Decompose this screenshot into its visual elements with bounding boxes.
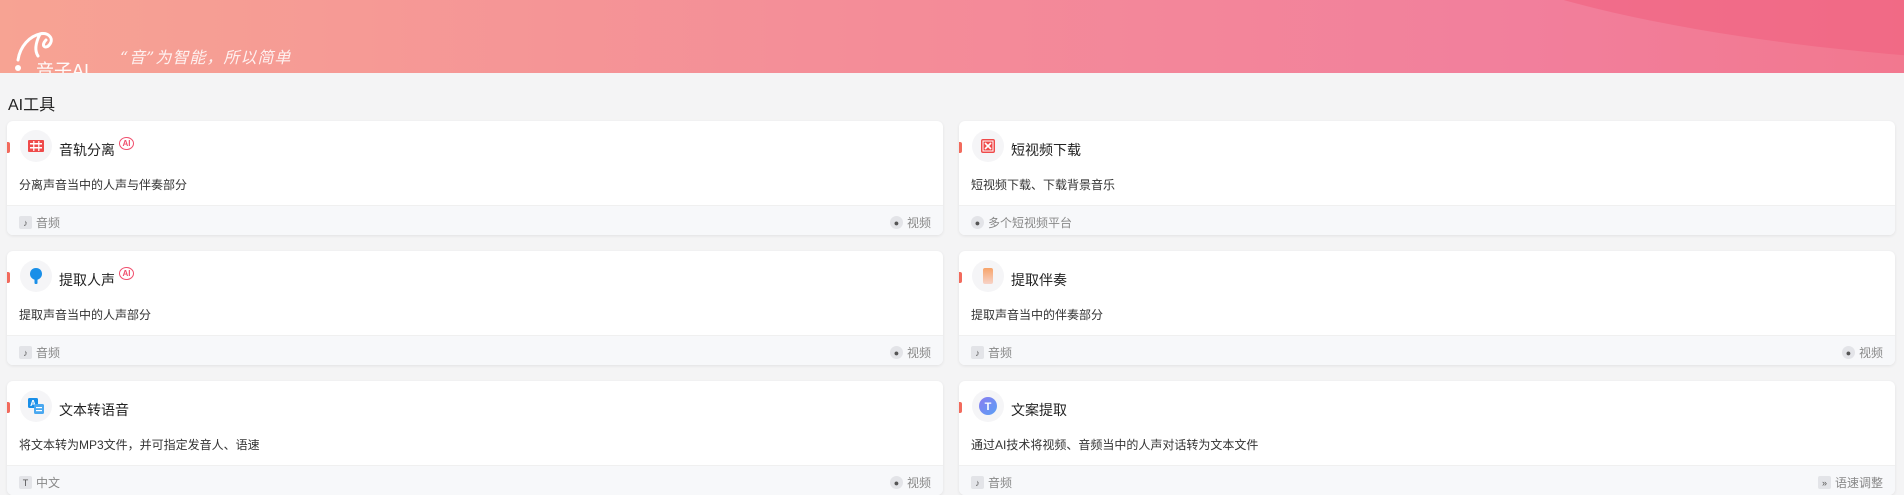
tag-video: ● 视频 (889, 474, 931, 491)
card-title-text: 短视频下载 (1011, 142, 1081, 158)
card-title-text: 提取伴奏 (1011, 272, 1067, 288)
tool-card-extract-accompaniment[interactable]: 提取伴奏 提取声音当中的伴奏部分 ♪ 音频 ● 视频 (959, 251, 1895, 365)
card-footer: ● 多个短视频平台 (959, 205, 1895, 235)
tag-label: 音频 (36, 216, 61, 230)
card-title: 文本转语音 (59, 400, 129, 420)
text-icon: T (19, 476, 32, 489)
card-description: 短视频下载、下载背景音乐 (971, 178, 1116, 192)
text-to-speech-icon: A (20, 390, 52, 422)
tag-audio: ♪ 音频 (971, 474, 1012, 491)
tool-card-short-video-download[interactable]: 短视频下载 短视频下载、下载背景音乐 ● 多个短视频平台 (959, 121, 1895, 235)
card-accent (7, 272, 10, 283)
header-banner: 音子AI “音”为智能，所以简单 (0, 0, 1904, 73)
copy-extraction-icon: T (972, 390, 1004, 422)
tag-label: 视频 (1858, 346, 1883, 360)
video-icon: ● (889, 476, 903, 489)
card-footer: ♪ 音频 ● 视频 (7, 205, 943, 235)
tag-label: 视频 (906, 346, 931, 360)
extract-vocals-icon (20, 260, 52, 292)
tag-label: 音频 (36, 346, 61, 360)
card-title-text: 文案提取 (1011, 402, 1067, 418)
tag-label: 多个短视频平台 (988, 216, 1073, 230)
card-title: 文案提取 (1011, 400, 1067, 420)
card-accent (7, 402, 10, 413)
card-footer: T 中文 ● 视频 (7, 465, 943, 495)
card-title: 提取伴奏 (1011, 270, 1067, 290)
tag-speed-adjust: » 语速调整 (1817, 474, 1883, 491)
tag-chinese: T 中文 (19, 474, 60, 491)
card-description: 分离声音当中的人声与伴奏部分 (19, 178, 188, 192)
tag-label: 语速调整 (1834, 476, 1883, 490)
card-title: 音轨分离 AI (59, 137, 134, 160)
ai-badge: AI (119, 137, 134, 150)
card-title: 提取人声 AI (59, 267, 134, 290)
section-title: AI工具 (8, 97, 56, 114)
platform-icon: ● (971, 216, 984, 229)
music-note-icon: ♪ (971, 476, 984, 489)
tag-label: 音频 (988, 476, 1013, 490)
tag-video: ● 视频 (1841, 344, 1883, 361)
tag-label: 视频 (906, 476, 931, 490)
card-footer: ♪ 音频 ● 视频 (959, 335, 1895, 365)
ai-badge: AI (119, 267, 134, 280)
card-description: 提取声音当中的伴奏部分 (971, 308, 1104, 322)
speed-icon: » (1817, 476, 1831, 489)
video-icon: ● (889, 216, 903, 229)
music-note-icon: ♪ (19, 216, 32, 229)
slogan: “音”为智能，所以简单 (120, 48, 292, 67)
card-title-text: 提取人声 (59, 272, 115, 288)
music-note-icon: ♪ (971, 346, 984, 359)
logo[interactable]: 音子AI (12, 30, 102, 73)
video-download-icon (972, 130, 1004, 162)
video-icon: ● (1841, 346, 1855, 359)
track-separation-icon (20, 130, 52, 162)
tag-label: 视频 (906, 216, 931, 230)
tag-label: 音频 (988, 346, 1013, 360)
tool-card-extract-vocals[interactable]: 提取人声 AI 提取声音当中的人声部分 ♪ 音频 ● 视频 (7, 251, 943, 365)
video-icon: ● (889, 346, 903, 359)
card-description: 将文本转为MP3文件，并可指定发音人、语速 (19, 438, 260, 452)
tool-card-text-to-speech[interactable]: A 文本转语音 将文本转为MP3文件，并可指定发音人、语速 T 中文 ● 视频 (7, 381, 943, 495)
card-accent (959, 142, 962, 153)
card-description: 通过AI技术将视频、音频当中的人声对话转为文本文件 (971, 438, 1259, 452)
tag-audio: ♪ 音频 (19, 344, 60, 361)
card-title: 短视频下载 (1011, 140, 1081, 160)
card-accent (7, 142, 10, 153)
card-title-text: 文本转语音 (59, 402, 129, 418)
tool-card-copy-extraction[interactable]: T 文案提取 通过AI技术将视频、音频当中的人声对话转为文本文件 ♪ 音频 » … (959, 381, 1895, 495)
card-footer: ♪ 音频 » 语速调整 (959, 465, 1895, 495)
tag-video: ● 视频 (889, 344, 931, 361)
card-description: 提取声音当中的人声部分 (19, 308, 152, 322)
svg-text:T: T (985, 401, 992, 413)
tag-audio: ♪ 音频 (19, 214, 60, 231)
tag-platforms: ● 多个短视频平台 (971, 214, 1072, 231)
brand-name: 音子AI (36, 61, 90, 73)
tool-card-track-separation[interactable]: 音轨分离 AI 分离声音当中的人声与伴奏部分 ♪ 音频 ● 视频 (7, 121, 943, 235)
header-decoration (1421, 0, 1904, 59)
card-accent (959, 402, 962, 413)
tag-audio: ♪ 音频 (971, 344, 1012, 361)
extract-accompaniment-icon (972, 260, 1004, 292)
music-note-icon: ♪ (19, 346, 32, 359)
card-accent (959, 272, 962, 283)
tag-video: ● 视频 (889, 214, 931, 231)
card-title-text: 音轨分离 (59, 142, 115, 158)
card-footer: ♪ 音频 ● 视频 (7, 335, 943, 365)
tag-label: 中文 (36, 476, 61, 490)
